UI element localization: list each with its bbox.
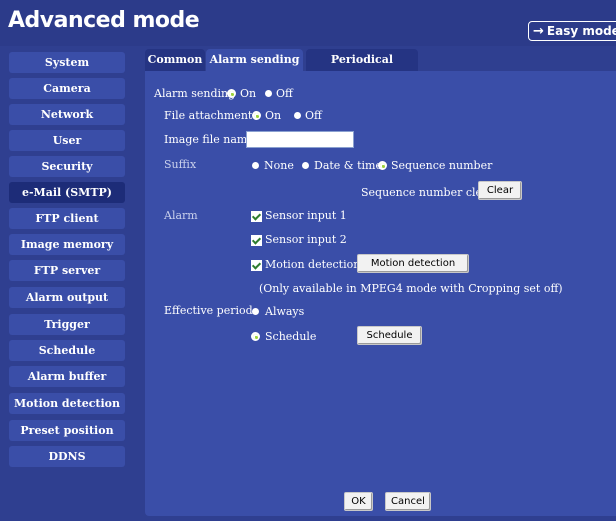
file-attachment-off-radio[interactable] <box>294 112 301 119</box>
sequence-number-clear-label: Sequence number clear <box>361 186 494 199</box>
page-title: Advanced mode <box>8 8 200 33</box>
schedule-label: Schedule <box>265 330 317 343</box>
suffix-label: Suffix <box>164 158 197 171</box>
ok-button[interactable]: OK <box>344 492 373 511</box>
sidebar-item-email-smtp[interactable]: e-Mail (SMTP) <box>9 182 125 203</box>
tab-alarm-sending[interactable]: Alarm sending <box>206 49 303 71</box>
alarm-sending-label: Alarm sending <box>154 87 236 100</box>
sidebar-item-network[interactable]: Network <box>9 104 125 125</box>
sensor-input-1-label: Sensor input 1 <box>265 209 347 222</box>
sidebar-item-user[interactable]: User <box>9 130 125 151</box>
alarm-sending-on-radio[interactable] <box>227 89 236 98</box>
suffix-sequence-number-radio[interactable] <box>378 161 387 170</box>
alarm-label: Alarm <box>164 209 198 222</box>
easy-mode-label: Easy mode <box>546 24 616 38</box>
alarm-sending-on-label: On <box>240 87 257 100</box>
sidebar-item-ftp-client[interactable]: FTP client <box>9 208 125 229</box>
sidebar-item-ftp-server[interactable]: FTP server <box>9 260 125 281</box>
cancel-button[interactable]: Cancel <box>385 492 431 511</box>
suffix-date-time-radio[interactable] <box>302 162 309 169</box>
sidebar-item-alarm-output[interactable]: Alarm output <box>9 287 125 308</box>
header-bar: Advanced mode → Easy mode <box>0 0 616 46</box>
file-attachment-on-radio[interactable] <box>252 111 261 120</box>
sensor-input-2-checkbox[interactable] <box>251 235 262 246</box>
clear-button[interactable]: Clear <box>478 181 522 200</box>
sidebar-item-system[interactable]: System <box>9 52 125 73</box>
always-label: Always <box>265 305 305 318</box>
effective-period-label: Effective period <box>164 304 253 317</box>
schedule-button[interactable]: Schedule <box>357 326 422 345</box>
arrow-right-icon: → <box>533 24 544 39</box>
sensor-input-1-checkbox[interactable] <box>251 211 262 222</box>
suffix-date-time-label: Date & time <box>314 159 382 172</box>
motion-detection-label: Motion detection <box>265 258 361 271</box>
sensor-input-2-label: Sensor input 2 <box>265 233 347 246</box>
sidebar-item-image-memory[interactable]: Image memory <box>9 234 125 255</box>
mpeg4-note: (Only available in MPEG4 mode with Cropp… <box>259 282 563 295</box>
suffix-sequence-number-label: Sequence number <box>391 159 493 172</box>
sidebar-item-ddns[interactable]: DDNS <box>9 446 125 467</box>
sidebar-item-motion-detection[interactable]: Motion detection <box>9 393 125 414</box>
sidebar-item-trigger[interactable]: Trigger <box>9 314 125 335</box>
alarm-sending-off-label: Off <box>276 87 293 100</box>
schedule-radio[interactable] <box>251 332 260 341</box>
suffix-none-label: None <box>264 159 294 172</box>
motion-detection-checkbox[interactable] <box>251 260 262 271</box>
sidebar-item-preset-position[interactable]: Preset position <box>9 420 125 441</box>
alarm-sending-off-radio[interactable] <box>265 90 272 97</box>
sidebar-item-security[interactable]: Security <box>9 156 125 177</box>
file-attachment-label: File attachment <box>164 109 253 122</box>
file-attachment-on-label: On <box>265 109 282 122</box>
tab-periodical-sending[interactable]: Periodical sending <box>306 49 418 88</box>
image-file-name-input[interactable] <box>246 131 354 148</box>
tab-common[interactable]: Common <box>145 49 205 71</box>
suffix-none-radio[interactable] <box>252 162 259 169</box>
image-file-name-label: Image file name <box>164 133 254 146</box>
sidebar-item-schedule[interactable]: Schedule <box>9 340 125 361</box>
sidebar-item-camera[interactable]: Camera <box>9 78 125 99</box>
easy-mode-button[interactable]: → Easy mode <box>528 21 616 41</box>
always-radio[interactable] <box>252 308 259 315</box>
file-attachment-off-label: Off <box>305 109 322 122</box>
motion-detection-button[interactable]: Motion detection <box>357 254 469 273</box>
settings-panel: Alarm sending On Off File attachment On … <box>145 71 616 516</box>
sidebar-item-alarm-buffer[interactable]: Alarm buffer <box>9 366 125 387</box>
app-window: Advanced mode → Easy mode System Camera N… <box>0 0 616 521</box>
